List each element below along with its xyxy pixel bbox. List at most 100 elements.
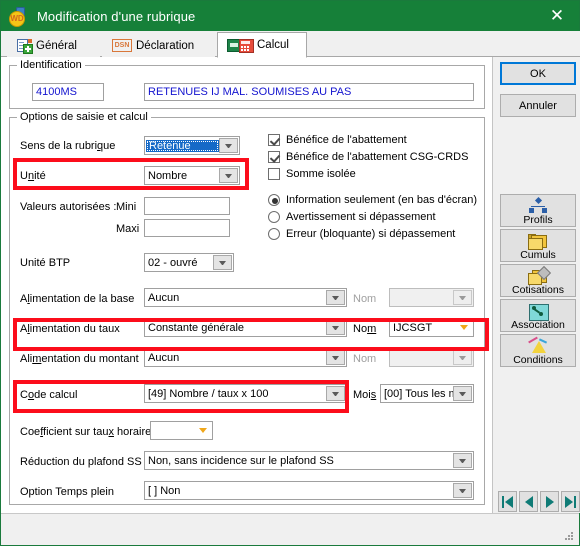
cotisations-icon [527,265,552,285]
chevron-down-icon[interactable] [326,320,345,335]
ok-button[interactable]: OK [500,62,576,85]
cotisations-button[interactable]: Cotisations [500,264,576,297]
conditions-label: Conditions [513,354,563,366]
conditions-icon [527,336,549,354]
radio-information-label: Information seulement (en bas d'écran) [286,194,478,206]
alim-taux-nom-label: Nom [353,323,377,335]
chevron-down-icon[interactable] [219,168,238,183]
alim-base-value: Aucun [148,291,180,304]
chevron-down-icon[interactable] [453,350,472,365]
tab-general[interactable]: Général [7,33,100,57]
nav-next-button[interactable] [540,491,559,512]
unite-btp-combo[interactable]: 02 - ouvré [144,253,234,272]
dsn-icon: DSN [112,39,132,52]
resize-grip-icon[interactable] [565,532,574,541]
chevron-down-icon[interactable] [194,423,211,438]
chevron-down-icon[interactable] [326,386,345,401]
mois-combo[interactable]: [00] Tous les mois [380,384,474,403]
tab-declaration[interactable]: DSN Déclaration [102,33,215,57]
alim-base-combo[interactable]: Aucun [144,288,347,307]
calcul-icon [227,38,254,53]
alim-montant-nom-label: Nom [353,353,377,365]
alim-montant-combo[interactable]: Aucun [144,348,347,367]
chevron-down-icon[interactable] [453,290,472,305]
checkbox-abattement-csg[interactable]: Bénéfice de l'abattement CSG-CRDS [268,151,468,163]
windev-icon: WD [9,7,29,27]
alim-taux-label: Alimentation du taux [20,323,120,335]
reduction-plafond-combo[interactable]: Non, sans incidence sur le plafond SS [144,451,474,470]
group-options: Options de saisie et calcul Sens de la r… [9,111,485,505]
cumuls-button[interactable]: Cumuls [500,229,576,262]
profils-button[interactable]: Profils [500,194,576,227]
nav-previous-button[interactable] [519,491,538,512]
sens-rubrique-combo[interactable]: Retenue [144,136,240,155]
alim-base-nom-combo[interactable] [389,288,474,307]
general-icon [17,39,33,54]
checkbox-abattement-label: Bénéfice de l'abattement [286,134,407,146]
chevron-down-icon[interactable] [453,483,472,498]
mois-value: [00] Tous les mois [384,387,453,400]
tab-strip: Général DSN Déclaration Calcul [1,31,580,58]
unite-combo[interactable]: Nombre [144,166,240,185]
action-panel: OK Annuler Profils Cumuls Cotisations As… [494,57,580,513]
checkbox-abattement-csg-label: Bénéfice de l'abattement CSG-CRDS [286,151,469,163]
radio-erreur[interactable]: Erreur (bloquante) si dépassement [268,228,455,240]
conditions-button[interactable]: Conditions [500,334,576,367]
maxi-input[interactable] [144,219,230,237]
mini-label: Mini [116,201,137,213]
radio-icon [268,194,280,206]
tab-declaration-label: Déclaration [136,39,195,52]
code-calcul-combo[interactable]: [49] Nombre / taux x 100 [144,384,347,403]
mois-label: Mois [353,389,377,401]
checkbox-somme-isolee[interactable]: Somme isolée [268,168,356,180]
chevron-down-icon[interactable] [326,350,345,365]
group-identification-legend: Identification [17,59,85,71]
alim-taux-value: Constante générale [148,321,245,334]
title-bar: WD Modification d'une rubrique ✕ [1,1,579,31]
maxi-label: Maxi [116,223,140,235]
alim-taux-nom-value: IJCSGT [393,321,433,334]
chevron-down-icon[interactable] [455,320,472,335]
association-button[interactable]: Association [500,299,576,332]
code-field[interactable]: 4100MS [32,83,104,101]
radio-avertissement[interactable]: Avertissement si dépassement [268,211,436,223]
sens-rubrique-label: Sens de la rubrique [20,140,116,152]
checkbox-icon [268,151,280,163]
close-icon[interactable]: ✕ [535,1,579,31]
unite-btp-value: 02 - ouvré [148,256,198,269]
checkbox-abattement[interactable]: Bénéfice de l'abattement [268,134,407,146]
checkbox-icon [268,168,280,180]
mini-input[interactable] [144,197,230,215]
last-record-icon [565,495,576,508]
tab-calcul[interactable]: Calcul [217,32,307,58]
chevron-down-icon[interactable] [219,138,238,153]
chevron-down-icon[interactable] [453,386,472,401]
cancel-button[interactable]: Annuler [500,94,576,117]
chevron-down-icon[interactable] [326,290,345,305]
cotisations-label: Cotisations [512,284,564,296]
sens-rubrique-value: Retenue [146,139,219,152]
alim-taux-nom-combo[interactable]: IJCSGT [389,318,474,337]
status-bar [1,513,579,545]
code-calcul-label: Code calcul [20,389,78,401]
nav-first-button[interactable] [498,491,517,512]
libelle-field[interactable]: RETENUES IJ MAL. SOUMISES AU PAS [144,83,474,101]
code-calcul-value: [49] Nombre / taux x 100 [148,387,269,400]
checkbox-somme-isolee-label: Somme isolée [286,168,356,180]
unite-btp-label: Unité BTP [20,257,71,269]
nav-last-button[interactable] [561,491,580,512]
option-temps-plein-combo[interactable]: [ ] Non [144,481,474,500]
first-record-icon [502,495,513,508]
alim-taux-combo[interactable]: Constante générale [144,318,347,337]
association-icon [527,303,549,321]
radio-avertissement-label: Avertissement si dépassement [286,211,436,223]
association-label: Association [511,319,565,331]
group-identification: Identification 4100MS RETENUES IJ MAL. S… [9,59,485,109]
radio-information[interactable]: Information seulement (en bas d'écran) [268,194,477,206]
reduction-plafond-label: Réduction du plafond SS [20,456,142,468]
alim-montant-nom-combo[interactable] [389,348,474,367]
chevron-down-icon[interactable] [213,255,232,270]
radio-icon [268,211,280,223]
chevron-down-icon[interactable] [453,453,472,468]
coefficient-combo[interactable] [150,421,213,440]
